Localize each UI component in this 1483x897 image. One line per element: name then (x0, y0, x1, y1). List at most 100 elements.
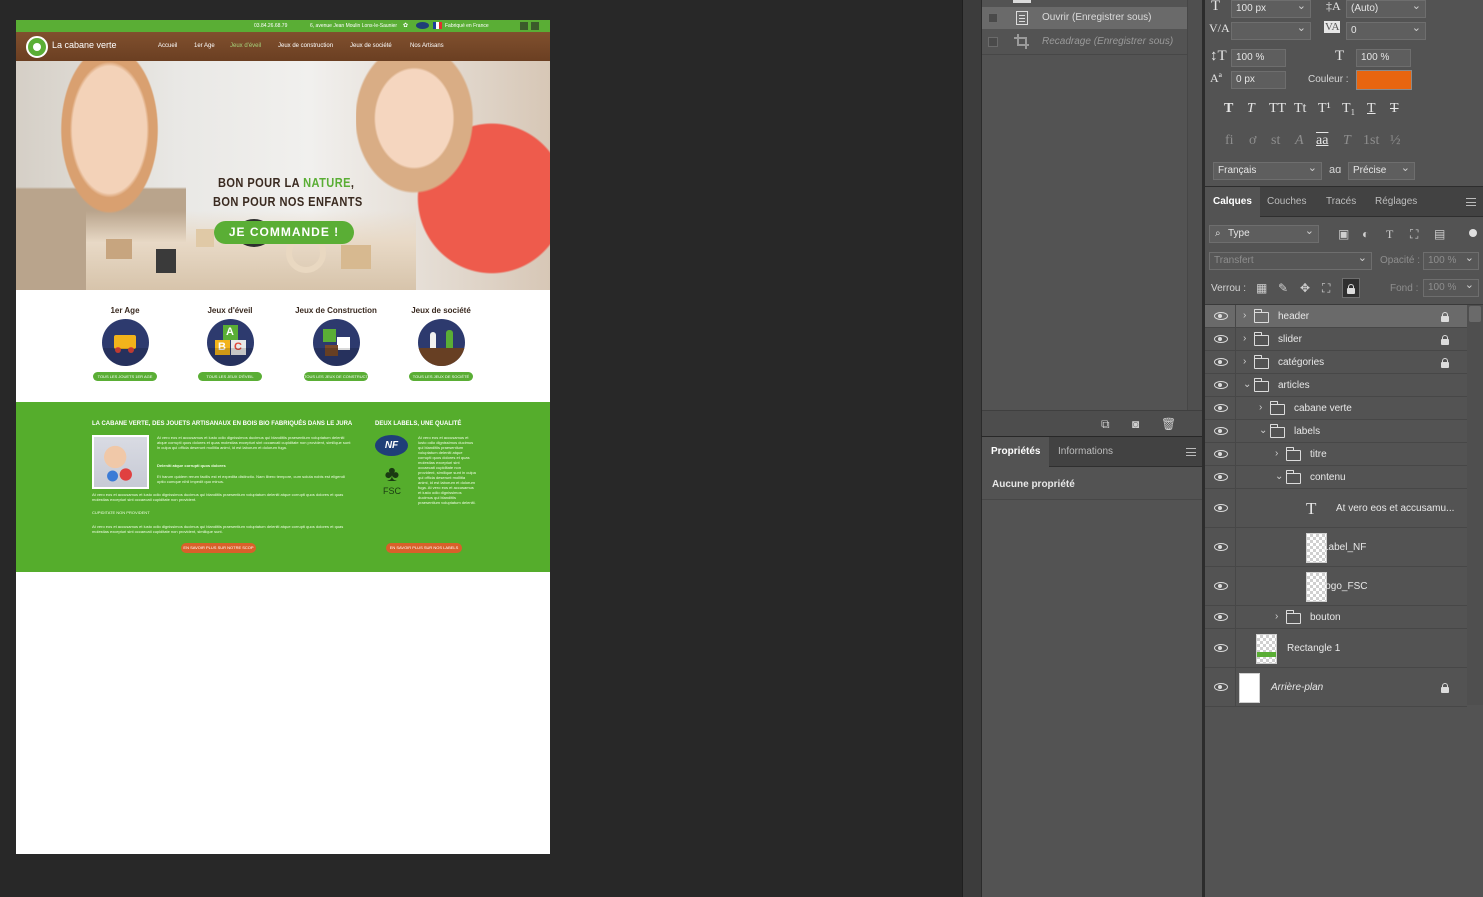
chevron-right-icon[interactable]: › (1275, 448, 1278, 459)
layer-row[interactable]: ⌄ articles (1205, 374, 1467, 397)
filter-toggle[interactable] (1469, 229, 1477, 237)
document-canvas[interactable]: 03.84.26.68.79 6, avenue Jean Moulin Lon… (16, 20, 550, 854)
layer-row[interactable]: ⌄ labels (1205, 420, 1467, 443)
lock-image-icon[interactable]: ✎ (1278, 282, 1288, 294)
tab-properties[interactable]: Propriétés (982, 437, 1050, 467)
small-caps-icon[interactable]: Tt (1294, 101, 1306, 117)
visibility-eye-icon[interactable] (1214, 542, 1228, 551)
chevron-down-icon[interactable]: ⌄ (1259, 425, 1267, 436)
layers-scrollbar[interactable] (1467, 305, 1483, 705)
trash-icon[interactable]: 🗑 (1161, 418, 1176, 430)
filter-shape-icon[interactable]: ⛶ (1410, 228, 1418, 240)
layer-row[interactable]: Arrière-plan (1205, 668, 1467, 707)
vertical-scale-input[interactable]: 100 % (1231, 49, 1286, 67)
opacity-input[interactable]: 100 % (1423, 252, 1479, 270)
visibility-eye-icon[interactable] (1214, 357, 1228, 366)
panel-menu-icon[interactable] (1186, 448, 1196, 456)
ordinals-icon[interactable]: 1st (1363, 133, 1379, 149)
visibility-eye-icon[interactable] (1214, 426, 1228, 435)
history-brush-source-checkbox[interactable] (988, 37, 998, 47)
chevron-right-icon[interactable]: › (1243, 356, 1246, 367)
layer-row[interactable]: › bouton (1205, 606, 1467, 629)
titling-alternates-icon[interactable]: T (1343, 133, 1351, 149)
history-brush-source-checkbox[interactable] (988, 13, 998, 23)
nf-label-logo: NF (375, 435, 408, 456)
filter-adjustment-icon[interactable]: ◐ (1362, 228, 1369, 240)
layer-row[interactable]: Rectangle 1 (1205, 629, 1467, 668)
stylistic-alternates-icon[interactable]: aa (1316, 133, 1328, 149)
visibility-eye-icon[interactable] (1214, 449, 1228, 458)
chevron-right-icon[interactable]: › (1243, 310, 1246, 321)
history-item-crop[interactable]: Recadrage (Enregistrer sous) (982, 31, 1187, 53)
new-document-from-state-icon[interactable]: ⧉ (1101, 418, 1110, 430)
layer-row[interactable]: ⌄ contenu (1205, 466, 1467, 489)
camera-snapshot-icon[interactable]: ◙ (1132, 418, 1139, 430)
filter-pixel-icon[interactable]: ▣ (1338, 228, 1349, 240)
leading-input[interactable]: (Auto) (1346, 0, 1426, 18)
tab-couches[interactable]: Couches (1259, 187, 1314, 217)
faux-italic-icon[interactable]: T (1247, 101, 1255, 117)
underline-icon[interactable]: T (1367, 101, 1376, 117)
blend-mode-select[interactable]: Transfert (1209, 252, 1372, 270)
history-item-open[interactable]: Ouvrir (Enregistrer sous) (982, 7, 1187, 29)
visibility-eye-icon[interactable] (1214, 581, 1228, 590)
tab-calques[interactable]: Calques (1205, 187, 1260, 217)
fill-input[interactable]: 100 % (1423, 279, 1479, 297)
visibility-eye-icon[interactable] (1214, 503, 1228, 512)
visibility-eye-icon[interactable] (1214, 334, 1228, 343)
layer-filter-select[interactable]: ⌕ Type (1209, 225, 1319, 243)
visibility-eye-icon[interactable] (1214, 311, 1228, 320)
visibility-eye-icon[interactable] (1214, 643, 1228, 652)
chevron-right-icon[interactable]: › (1259, 402, 1262, 413)
subscript-icon[interactable]: T₁ (1342, 101, 1355, 117)
history-scrollbar[interactable] (1187, 0, 1203, 410)
font-size-input[interactable]: 100 px (1231, 0, 1311, 18)
superscript-icon[interactable]: T¹ (1318, 101, 1331, 117)
lock-artboard-icon[interactable]: ⛶ (1322, 282, 1330, 294)
article-paragraph: At vero eos et accusamus et iusto odio d… (157, 435, 351, 450)
kerning-input[interactable] (1231, 22, 1311, 40)
chevron-down-icon[interactable]: ⌄ (1243, 379, 1251, 390)
baseline-shift-input[interactable]: 0 px (1231, 71, 1286, 89)
text-color-swatch[interactable] (1356, 70, 1412, 90)
filter-smart-object-icon[interactable]: ▤ (1434, 228, 1445, 240)
horizontal-scale-input[interactable]: 100 % (1356, 49, 1411, 67)
lock-position-icon[interactable]: ✥ (1300, 282, 1310, 294)
lock-transparency-icon[interactable]: ▦ (1256, 282, 1267, 294)
layer-row[interactable]: › titre (1205, 443, 1467, 466)
chevron-right-icon[interactable]: › (1243, 333, 1246, 344)
layer-row[interactable]: logo_FSC (1205, 567, 1467, 606)
layer-row[interactable]: › cabane verte (1205, 397, 1467, 420)
visibility-eye-icon[interactable] (1214, 682, 1228, 691)
layer-row[interactable]: Label_NF (1205, 528, 1467, 567)
chevron-right-icon[interactable]: › (1275, 611, 1278, 622)
site-topbar: 03.84.26.68.79 6, avenue Jean Moulin Lon… (16, 20, 550, 32)
old-style-icon[interactable]: ơ (1249, 133, 1256, 149)
tracking-input[interactable]: 0 (1346, 22, 1426, 40)
layer-row[interactable]: › header (1205, 305, 1467, 328)
tab-informations[interactable]: Informations (1049, 437, 1122, 467)
chevron-down-icon[interactable]: ⌄ (1275, 471, 1283, 482)
all-caps-icon[interactable]: TT (1269, 101, 1286, 117)
visibility-eye-icon[interactable] (1214, 472, 1228, 481)
visibility-eye-icon[interactable] (1214, 612, 1228, 621)
strikethrough-icon[interactable]: T (1390, 101, 1399, 117)
layer-row[interactable]: › slider (1205, 328, 1467, 351)
layer-row[interactable]: › catégories (1205, 351, 1467, 374)
visibility-eye-icon[interactable] (1214, 380, 1228, 389)
lock-all-icon[interactable] (1342, 278, 1360, 298)
tab-reglages[interactable]: Réglages (1367, 187, 1425, 217)
discretionary-ligatures-icon[interactable]: st (1271, 133, 1280, 149)
tab-traces[interactable]: Tracés (1318, 187, 1364, 217)
filter-type-icon[interactable]: T (1386, 228, 1393, 240)
nav-item: Nos Artisans (410, 43, 444, 49)
panel-menu-icon[interactable] (1466, 198, 1476, 206)
language-select[interactable]: Français (1213, 162, 1322, 180)
layer-row[interactable]: T At vero eos et accusamu... (1205, 489, 1467, 528)
swash-icon[interactable]: A (1295, 133, 1304, 149)
visibility-eye-icon[interactable] (1214, 403, 1228, 412)
antialias-select[interactable]: Précise (1348, 162, 1415, 180)
ligatures-icon[interactable]: fi (1225, 133, 1234, 149)
fractions-icon[interactable]: ½ (1390, 133, 1401, 149)
faux-bold-icon[interactable]: T (1224, 101, 1233, 117)
